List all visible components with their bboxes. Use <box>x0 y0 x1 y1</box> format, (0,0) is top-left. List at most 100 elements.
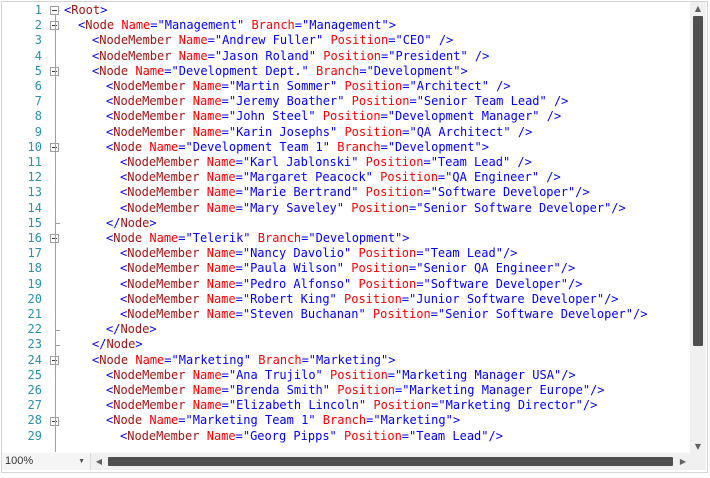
code-line[interactable]: <NodeMember Name="Georg Pipps" Position=… <box>120 429 503 444</box>
code-line[interactable]: <NodeMember Name="Steven Buchanan" Posit… <box>120 307 647 322</box>
line-number: 10 <box>27 139 42 154</box>
attribute-name: Position <box>358 246 417 261</box>
markup-text: </ <box>106 322 121 337</box>
code-line[interactable]: <Node Name="Management" Branch="Manageme… <box>78 18 396 33</box>
line-number: 29 <box>27 428 42 443</box>
attribute-name: Position <box>372 307 431 321</box>
arrow-left-icon[interactable]: ◀ <box>92 453 106 470</box>
code-line[interactable]: <NodeMember Name="Ana Trujilo" Position=… <box>106 368 576 383</box>
attribute-name: Position <box>344 428 402 443</box>
code-line[interactable]: <NodeMember Name="Martin Sommer" Positio… <box>106 79 511 94</box>
code-line[interactable]: <NodeMember Name="Robert King" Position=… <box>120 292 619 307</box>
code-line[interactable]: <Node Name="Development Dept." Branch="D… <box>92 64 468 79</box>
arrow-right-icon[interactable]: ▶ <box>676 453 690 470</box>
code-line[interactable]: <Node Name="Marketing Team 1" Branch="Ma… <box>106 413 460 428</box>
line-number: 11 <box>27 155 42 169</box>
code-line[interactable]: <NodeMember Name="Brenda Smith" Position… <box>106 383 605 398</box>
markup-text <box>185 109 192 123</box>
markup-text: > <box>135 337 143 352</box>
markup-text <box>199 185 206 199</box>
code-line[interactable]: </Node> <box>106 216 157 231</box>
markup-text: ="Marketing Director"/> <box>431 398 598 413</box>
line-number: 3 <box>34 33 42 48</box>
code-line[interactable]: </Node> <box>92 337 143 352</box>
attribute-name: Name <box>192 398 222 413</box>
attribute-name: Name <box>149 231 179 245</box>
markup-text <box>199 429 206 443</box>
attribute-name: Name <box>206 170 236 185</box>
code-line[interactable]: <NodeMember Name="Jason Roland" Position… <box>92 49 489 64</box>
code-line[interactable]: <NodeMember Name="Mary Saveley" Position… <box>120 201 626 216</box>
horizontal-scroll-thumb[interactable] <box>108 457 673 466</box>
markup-text: ="Paula Wilson" <box>235 261 352 276</box>
minus-box-icon[interactable] <box>50 6 59 16</box>
code-line[interactable]: <NodeMember Name="Margaret Peacock" Posi… <box>120 170 561 185</box>
fold-guide-line <box>55 425 56 452</box>
markup-text <box>199 201 206 215</box>
tag-name: NodeMember <box>127 155 200 169</box>
code-line[interactable]: <NodeMember Name="Elizabeth Lincoln" Pos… <box>106 398 597 413</box>
attribute-name: Name <box>206 307 236 321</box>
line-number: 6 <box>34 79 42 93</box>
attribute-name: Branch <box>251 18 295 33</box>
code-line[interactable]: <Node Name="Telerik" Branch="Development… <box>106 231 410 246</box>
code-line[interactable]: <NodeMember Name="Paula Wilson" Position… <box>120 261 575 276</box>
code-line[interactable]: <NodeMember Name="Nancy Davolio" Positio… <box>120 246 517 261</box>
tag-name: Root <box>71 3 101 17</box>
markup-text <box>185 368 192 382</box>
markup-text: ="Management" <box>150 18 252 33</box>
code-line[interactable]: <Node Name="Marketing" Branch="Marketing… <box>92 353 395 368</box>
markup-text: ="Team Lead"/> <box>401 428 503 443</box>
arrow-up-icon[interactable]: ▲ <box>690 2 706 16</box>
arrow-down-icon[interactable]: ▼ <box>690 440 706 454</box>
code-line[interactable]: <NodeMember Name="Pedro Alfonso" Positio… <box>120 277 582 292</box>
attribute-name: Name <box>178 48 208 63</box>
vertical-scrollbar[interactable]: ▲ ▼ <box>690 2 706 454</box>
markup-text: </ <box>106 215 121 230</box>
line-number: 13 <box>27 185 42 200</box>
tag-name: Node <box>113 231 143 245</box>
attribute-name: Name <box>206 428 236 443</box>
code-line[interactable]: <NodeMember Name="Andrew Fuller" Positio… <box>92 33 453 48</box>
code-line[interactable]: </Node> <box>106 322 157 337</box>
line-number: 21 <box>27 307 42 321</box>
code-line[interactable]: <Node Name="Development Team 1" Branch="… <box>106 140 489 155</box>
markup-text: ="Marketing"> <box>366 413 461 428</box>
line-number-gutter: 1 2 3 4 5 6 7 8 9 10 11 12 13 14 15 16 17 18 19 20 21 22 23 24 2… <box>2 2 44 452</box>
tag-name: Node <box>120 215 150 230</box>
horizontal-scrollbar[interactable]: ◀ ▶ <box>92 453 690 470</box>
markup-text <box>199 170 206 184</box>
zoom-value: 100% <box>5 455 34 467</box>
markup-text: ="Karin Josephs" <box>221 124 345 139</box>
attribute-name: Branch <box>257 231 302 245</box>
markup-text: ="Steven Buchanan" <box>235 307 373 321</box>
tag-name: NodeMember <box>127 185 200 200</box>
code-line[interactable]: <NodeMember Name="Marie Bertrand" Positi… <box>120 185 590 200</box>
line-number: 1 <box>34 3 42 17</box>
markup-text: ="Georg Pipps" <box>235 428 344 443</box>
code-area[interactable]: <Root> <Node Name="Management" Branch="Ma… <box>64 2 689 452</box>
zoom-dropdown[interactable]: 100% ▼ <box>2 453 91 470</box>
code-line[interactable]: <NodeMember Name="Jeremy Boather" Positi… <box>106 94 568 109</box>
markup-text: ="Ana Trujilo" <box>221 367 330 382</box>
line-number: 27 <box>27 398 42 413</box>
markup-text: ="Marie Bertrand" <box>235 185 366 200</box>
code-line[interactable]: <NodeMember Name="John Steel" Position="… <box>106 109 561 124</box>
scrollbar-corner <box>690 454 706 470</box>
line-number: 17 <box>27 246 42 261</box>
xml-editor[interactable]: 1 2 3 4 5 6 7 8 9 10 11 12 13 14 15 16 17 18 19 20 21 22 23 24 2… <box>0 0 710 478</box>
tag-name: NodeMember <box>127 200 200 215</box>
attribute-name: Name <box>192 124 222 139</box>
markup-text: ="John Steel" <box>221 109 323 124</box>
markup-text: ="Pedro Alfonso" <box>235 276 359 291</box>
tag-name: NodeMember <box>127 428 200 443</box>
markup-text: > <box>149 215 157 230</box>
markup-text: ="CEO" /> <box>388 33 454 48</box>
attribute-name: Position <box>358 276 417 291</box>
code-line[interactable]: <NodeMember Name="Karin Josephs" Positio… <box>106 125 532 140</box>
code-line[interactable]: <Root> <box>64 3 107 18</box>
markup-text: ="Brenda Smith" <box>221 383 338 397</box>
vertical-scroll-thumb[interactable] <box>693 16 703 346</box>
code-line[interactable]: <NodeMember Name="Karl Jablonski" Positi… <box>120 155 532 170</box>
markup-text <box>171 49 178 63</box>
